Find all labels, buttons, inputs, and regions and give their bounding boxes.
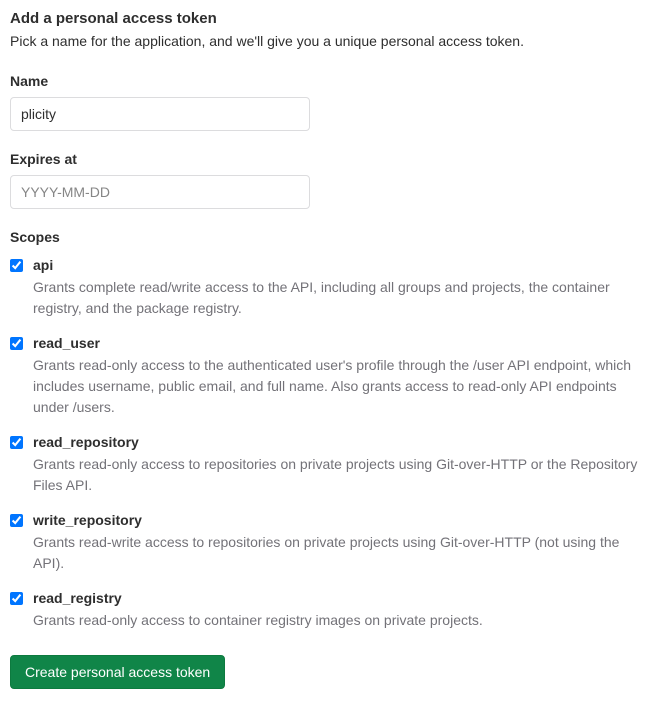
scope-name-read-registry: read_registry	[33, 590, 645, 606]
scope-checkbox-read-registry[interactable]	[10, 592, 23, 605]
scope-name-api: api	[33, 257, 645, 273]
scope-item-read-registry: read_registry Grants read-only access to…	[10, 590, 645, 631]
page-heading: Add a personal access token	[10, 10, 645, 27]
name-label: Name	[10, 73, 645, 89]
expires-label: Expires at	[10, 151, 645, 167]
expires-input[interactable]	[10, 175, 310, 209]
scope-name-read-user: read_user	[33, 335, 645, 351]
scope-name-write-repository: write_repository	[33, 512, 645, 528]
scope-description-read-registry: Grants read-only access to container reg…	[33, 610, 645, 631]
scope-description-read-repository: Grants read-only access to repositories …	[33, 454, 645, 496]
page-subheading: Pick a name for the application, and we'…	[10, 33, 645, 49]
scopes-label: Scopes	[10, 229, 645, 245]
name-input[interactable]	[10, 97, 310, 131]
scope-item-write-repository: write_repository Grants read-write acces…	[10, 512, 645, 574]
scope-checkbox-read-user[interactable]	[10, 337, 23, 350]
scope-name-read-repository: read_repository	[33, 434, 645, 450]
scope-item-read-repository: read_repository Grants read-only access …	[10, 434, 645, 496]
scope-item-read-user: read_user Grants read-only access to the…	[10, 335, 645, 418]
create-token-button[interactable]: Create personal access token	[10, 655, 225, 689]
scope-checkbox-read-repository[interactable]	[10, 436, 23, 449]
scope-description-api: Grants complete read/write access to the…	[33, 277, 645, 319]
scope-description-read-user: Grants read-only access to the authentic…	[33, 355, 645, 418]
scope-checkbox-write-repository[interactable]	[10, 514, 23, 527]
scope-item-api: api Grants complete read/write access to…	[10, 257, 645, 319]
scope-description-write-repository: Grants read-write access to repositories…	[33, 532, 645, 574]
scope-checkbox-api[interactable]	[10, 259, 23, 272]
